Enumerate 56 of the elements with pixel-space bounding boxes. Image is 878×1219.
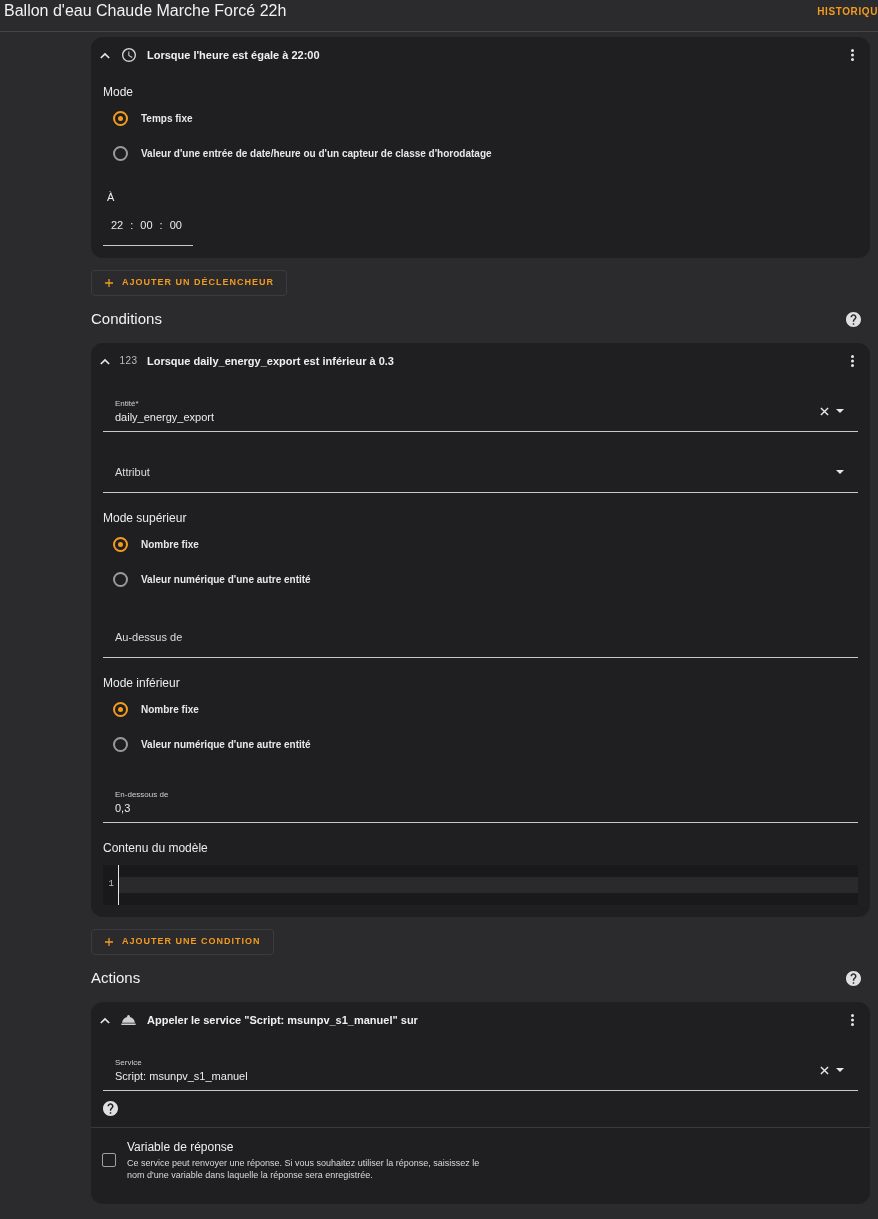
section-heading: Conditions (91, 309, 162, 330)
option-label: Nombre fixe (141, 538, 199, 552)
group-label: Mode (103, 84, 134, 101)
option-label: Nombre fixe (141, 703, 199, 717)
close-icon[interactable] (820, 1065, 829, 1075)
text-field[interactable]: En-dessous de 0,3 (103, 782, 858, 823)
plus-icon (105, 938, 113, 946)
checkbox-title: Variable de réponse (127, 1139, 234, 1155)
radio-button[interactable] (113, 572, 128, 587)
help-icon[interactable] (846, 312, 861, 327)
line-number: 1 (108, 878, 114, 892)
close-icon[interactable] (820, 406, 829, 416)
select-field[interactable]: Service Script: msunpv_s1_manuel (103, 1050, 858, 1091)
radio-button[interactable] (113, 702, 128, 717)
numeric-icon: 123 (119, 355, 138, 367)
card-title: Lorsque l'heure est égale à 22:00 (147, 47, 320, 63)
text-field[interactable]: Au-dessus de (103, 617, 858, 658)
radio-button[interactable] (113, 111, 128, 126)
field-label: À (106, 190, 115, 205)
radio-button[interactable] (113, 146, 128, 161)
chevron-up-icon[interactable] (100, 357, 110, 365)
group-label: Contenu du modèle (103, 840, 208, 857)
checkbox-description: Ce service peut renvoyer une réponse. Si vous souhaitez utiliser la réponse, saisissez le nom d'une variable dans laquelle la réponse sera enregistrée. (127, 1157, 481, 1181)
option-label: Temps fixe (141, 112, 193, 126)
dropdown-caret-icon[interactable] (836, 470, 844, 474)
dropdown-caret-icon[interactable] (836, 409, 844, 413)
chevron-up-icon[interactable] (100, 51, 110, 59)
checkbox[interactable] (102, 1153, 116, 1167)
clock-icon (121, 48, 136, 62)
add-button[interactable]: AJOUTER UN DÉCLENCHEUR (91, 270, 287, 296)
plus-icon (105, 279, 113, 287)
option-label: Valeur numérique d'une autre entité (141, 573, 311, 587)
section-heading: Actions (91, 968, 141, 989)
select-field[interactable]: Attribut (103, 452, 858, 493)
history-button[interactable]: HISTORIQU (817, 4, 878, 19)
radio-button[interactable] (113, 737, 128, 752)
page-title: Ballon d'eau Chaude Marche Forcé 22h (4, 1, 287, 20)
add-button[interactable]: AJOUTER UNE CONDITION (91, 929, 274, 955)
card-title: Lorsque daily_energy_export est inférieur à 0.3 (147, 353, 394, 369)
more-options-icon[interactable] (851, 1014, 854, 1026)
select-field[interactable]: Entité* daily_energy_export (103, 391, 858, 432)
more-options-icon[interactable] (851, 49, 854, 61)
radio-button[interactable] (113, 537, 128, 552)
code-editor[interactable]: 1 (103, 865, 858, 905)
card-title: Appeler le service "Script: msunpv_s1_manuel" sur (147, 1012, 418, 1028)
group-label: Mode inférieur (103, 675, 180, 692)
option-label: Valeur d'une entrée de date/heure ou d'un capteur de classe d'horodatage (141, 147, 492, 161)
group-label: Mode supérieur (103, 510, 187, 527)
chevron-up-icon[interactable] (100, 1016, 110, 1024)
help-icon[interactable] (103, 1101, 118, 1116)
help-icon[interactable] (846, 971, 861, 986)
more-options-icon[interactable] (851, 355, 854, 367)
service-bell-icon (121, 1015, 136, 1025)
time-field[interactable]: 22 : 00 : 00 (103, 206, 193, 246)
dropdown-caret-icon[interactable] (836, 1068, 844, 1072)
option-label: Valeur numérique d'une autre entité (141, 738, 311, 752)
